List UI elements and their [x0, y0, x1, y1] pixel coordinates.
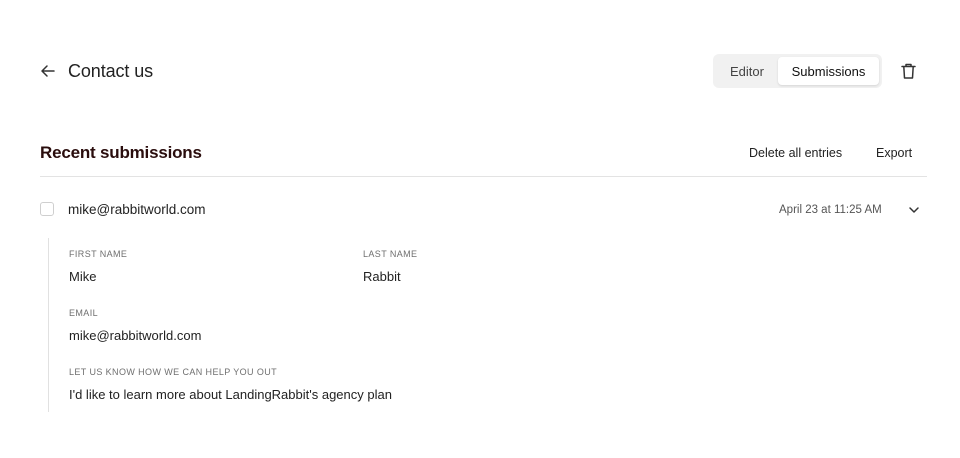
first-name-value: Mike — [69, 269, 97, 284]
submission-date: April 23 at 11:25 AM — [779, 204, 882, 216]
back-arrow-icon[interactable] — [39, 62, 57, 80]
first-name-label: FIRST NAME — [69, 249, 128, 259]
last-name-value: Rabbit — [363, 269, 401, 284]
email-value: mike@rabbitworld.com — [69, 328, 202, 343]
delete-all-entries-button[interactable]: Delete all entries — [749, 144, 842, 162]
export-button[interactable]: Export — [876, 144, 912, 162]
view-toggle: Editor Submissions — [713, 54, 882, 88]
last-name-label: LAST NAME — [363, 249, 418, 259]
tab-editor[interactable]: Editor — [716, 57, 778, 85]
submission-email[interactable]: mike@rabbitworld.com — [68, 201, 206, 219]
tab-submissions[interactable]: Submissions — [778, 57, 879, 85]
email-label: EMAIL — [69, 308, 99, 318]
chevron-down-icon[interactable] — [907, 204, 921, 216]
trash-icon[interactable] — [900, 62, 917, 80]
section-title: Recent submissions — [40, 143, 202, 162]
submission-checkbox[interactable] — [40, 202, 54, 216]
section-divider — [40, 176, 927, 177]
help-label: LET US KNOW HOW WE CAN HELP YOU OUT — [69, 367, 278, 377]
page-title: Contact us — [68, 61, 154, 81]
help-value: I'd like to learn more about LandingRabb… — [69, 387, 392, 402]
details-indent-bar — [48, 238, 49, 412]
